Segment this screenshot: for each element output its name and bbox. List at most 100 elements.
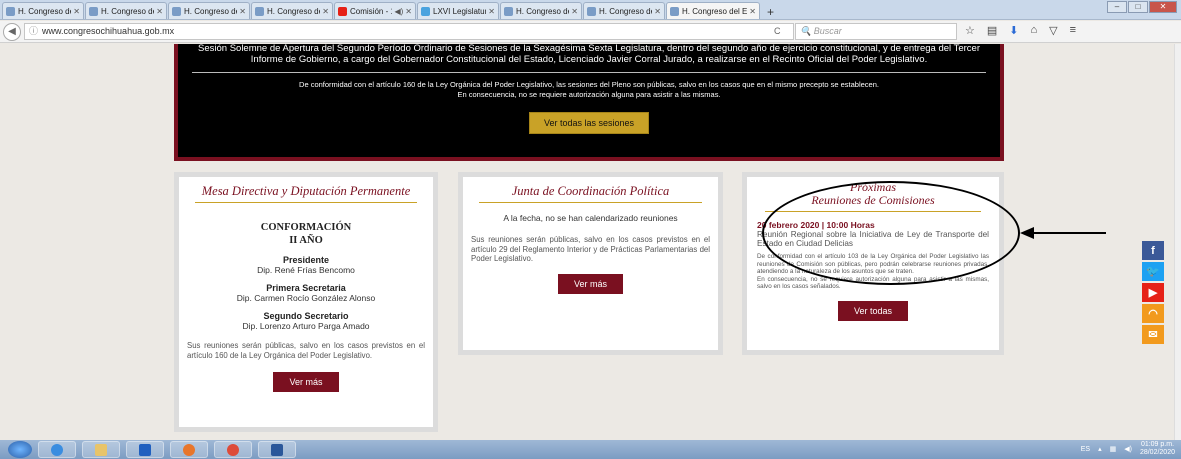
search-icon: 🔍 (800, 26, 814, 36)
session-announcement: Sesión Solemne de Apertura del Segundo P… (198, 43, 980, 65)
congreso-icon (670, 6, 679, 16)
view-all-sessions-button[interactable]: Ver todas las sesiones (528, 112, 650, 134)
clock-date: 28/02/2020 (1139, 449, 1175, 456)
congreso-icon (89, 6, 98, 16)
clock-time: 01:09 p.m. (1140, 441, 1175, 448)
back-button[interactable]: ◀ (3, 22, 21, 41)
mail-icon[interactable]: ✉ (1142, 325, 1164, 344)
language-indicator[interactable]: ES (1081, 446, 1090, 453)
clipboard-icon[interactable]: ▤ (987, 24, 997, 37)
year-heading: II AÑO (289, 235, 323, 246)
browser-tab-active[interactable]: H. Congreso del E: ✕ (666, 2, 760, 19)
close-tab-icon[interactable]: ✕ (239, 7, 246, 16)
congreso-icon (6, 6, 15, 16)
browser-tab[interactable]: H. Congreso del E:✕ (500, 2, 582, 19)
title-rule (195, 202, 417, 203)
folder-icon[interactable] (82, 441, 120, 458)
twitter-icon (421, 6, 430, 16)
session-note: De conformidad con el artículo 160 de la… (299, 80, 879, 89)
volume-icon[interactable]: ◀) (1124, 445, 1132, 453)
meeting-date[interactable]: 20 febrero 2020 | 10:00 Horas (757, 220, 989, 230)
mesa-directiva-card: Mesa Directiva y Diputación Permanente C… (174, 172, 438, 432)
sessions-banner: Sesión Solemne de Apertura del Segundo P… (174, 43, 1004, 161)
browser-tab[interactable]: H. Congreso del E:✕ (85, 2, 167, 19)
pocket-icon[interactable]: ▽ (1049, 24, 1057, 37)
browser-tab-bar: H. Congreso del E:✕ H. Congreso del E:✕ … (0, 0, 1181, 20)
card-paragraph: Sus reuniones serán públicas, salvo en l… (471, 235, 710, 263)
role-label: Presidente (282, 255, 330, 265)
toolbar-icons: ☆ ▤ ⬇ ⌂ ▽ ≡ (965, 24, 1076, 37)
card-paragraph: En consecuencia, no se requiere autoriza… (757, 275, 989, 291)
page-scrollbar[interactable] (1174, 44, 1181, 440)
member-name: Dip. René Frías Bencomo (257, 265, 355, 275)
close-tab-icon[interactable]: ✕ (654, 7, 661, 16)
role-label: Primera Secretaria (266, 283, 346, 293)
social-sidebar: f 🐦 ▶ ◠ ✉ (1142, 241, 1164, 344)
see-more-button[interactable]: Ver más (557, 273, 623, 294)
arrow-up-icon[interactable]: ▴ (1098, 445, 1102, 453)
download-icon[interactable]: ⬇ (1009, 24, 1018, 37)
card-title: Mesa Directiva y Diputación Permanente (201, 184, 411, 198)
youtube-icon[interactable]: ▶ (1142, 283, 1164, 302)
menu-icon[interactable]: ≡ (1070, 24, 1076, 37)
browser-tab[interactable]: H. Congreso del E:✕ (2, 2, 84, 19)
congreso-icon (504, 6, 513, 16)
browser-tab[interactable]: Comisión - 18◀)✕ (334, 2, 416, 19)
annotation-arrow (1020, 227, 1106, 239)
meeting-title[interactable]: Reunión Regional sobre la Iniciativa de … (757, 230, 989, 248)
close-tab-icon[interactable]: ✕ (73, 7, 80, 16)
maximize-button[interactable]: □ (1128, 1, 1148, 13)
title-rule (479, 202, 702, 203)
firefox-icon[interactable] (170, 441, 208, 458)
close-tab-icon[interactable]: ✕ (749, 7, 756, 16)
start-button[interactable] (8, 441, 32, 458)
rss-icon[interactable]: ◠ (1142, 304, 1164, 323)
facebook-icon[interactable]: f (1142, 241, 1164, 260)
minimize-button[interactable]: – (1107, 1, 1127, 13)
youtube-icon (338, 6, 347, 16)
congreso-icon (587, 6, 596, 16)
see-more-button[interactable]: Ver más (273, 372, 339, 392)
chrome-icon[interactable] (214, 441, 252, 458)
card-title: Junta de Coordinación Política (511, 184, 670, 198)
page-content: Sesión Solemne de Apertura del Segundo P… (0, 43, 1174, 440)
info-icon[interactable]: ⓘ (29, 26, 38, 36)
close-tab-icon[interactable]: ✕ (571, 7, 578, 16)
star-icon[interactable]: ☆ (965, 24, 975, 37)
close-tab-icon[interactable]: ✕ (156, 7, 163, 16)
role-label: Segundo Secretario (263, 311, 349, 321)
new-tab-button[interactable]: + (761, 5, 780, 19)
title-rule (765, 211, 981, 212)
ie-icon[interactable] (38, 441, 76, 458)
outlook-icon[interactable] (126, 441, 164, 458)
clock[interactable]: 01:09 p.m. 28/02/2020 (1140, 441, 1175, 457)
close-window-button[interactable]: ✕ (1149, 1, 1177, 13)
session-note: En consecuencia, no se requiere autoriza… (457, 90, 721, 99)
browser-tab[interactable]: LXVI Legislatura (@✕ (417, 2, 499, 19)
card-paragraph: De conformidad con el artículo 103 de la… (757, 253, 989, 275)
member-name: Dip. Lorenzo Arturo Parga Amado (242, 321, 370, 331)
conformacion-heading: CONFORMACIÓN (260, 222, 352, 233)
window-controls: – □ ✕ (1107, 1, 1177, 13)
network-icon[interactable]: ▦ (1110, 445, 1117, 453)
close-tab-icon[interactable]: ✕ (322, 7, 329, 16)
card-paragraph: Sus reuniones serán públicas, salvo en l… (187, 341, 425, 360)
reload-icon[interactable]: C (774, 26, 781, 36)
search-input[interactable]: 🔍 Buscar (795, 23, 957, 40)
view-all-button[interactable]: Ver todas (837, 300, 909, 321)
speaker-icon[interactable]: ◀) (394, 7, 403, 16)
no-meetings-text: A la fecha, no se han calendarizado reun… (503, 213, 678, 223)
junta-coordinacion-card: Junta de Coordinación Política A la fech… (458, 172, 723, 355)
url-bar[interactable]: ⓘ www.congresochihuahua.gob.mx (24, 23, 794, 40)
browser-tab[interactable]: H. Congreso del E:✕ (251, 2, 333, 19)
browser-tab[interactable]: H. Congreso del E:✕ (168, 2, 250, 19)
browser-tab[interactable]: H. Congreso del E:✕ (583, 2, 665, 19)
twitter-icon[interactable]: 🐦 (1142, 262, 1164, 281)
close-tab-icon[interactable]: ✕ (405, 7, 412, 16)
word-icon[interactable] (258, 441, 296, 458)
system-tray: ES ▴ ▦ ◀) 01:09 p.m. 28/02/2020 (1081, 441, 1175, 457)
home-icon[interactable]: ⌂ (1031, 24, 1038, 37)
card-title: Reuniones de Comisiones (811, 193, 935, 207)
os-taskbar: ES ▴ ▦ ◀) 01:09 p.m. 28/02/2020 (0, 440, 1181, 459)
close-tab-icon[interactable]: ✕ (488, 7, 495, 16)
